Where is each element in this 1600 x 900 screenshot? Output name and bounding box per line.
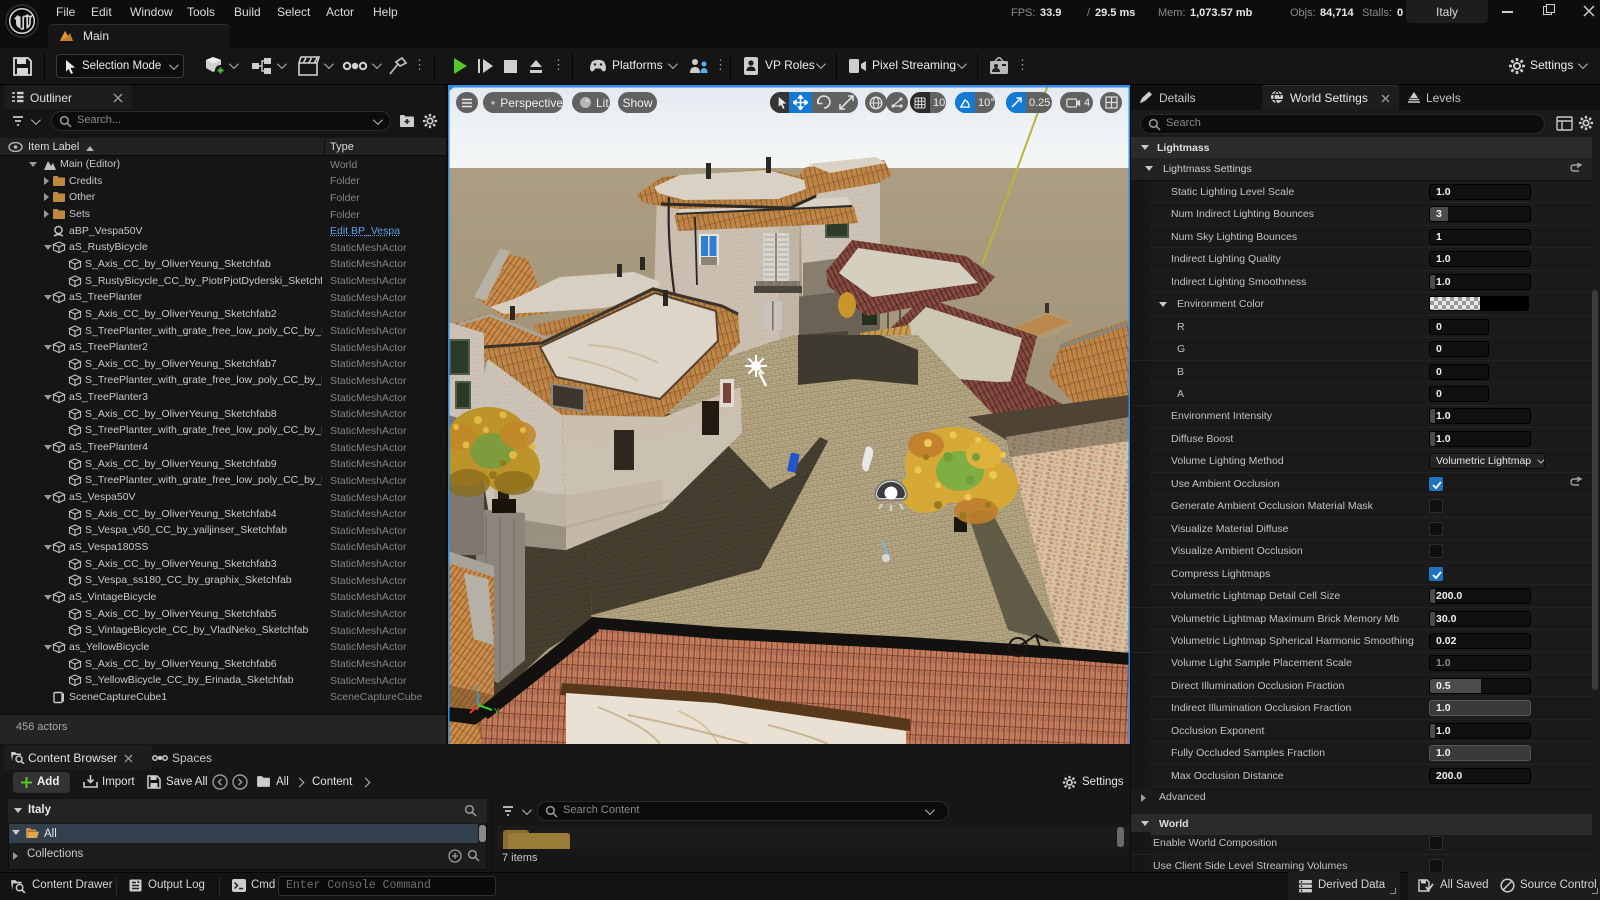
- svg-text:Y: Y: [494, 707, 500, 716]
- svg-text:Z: Z: [474, 685, 479, 694]
